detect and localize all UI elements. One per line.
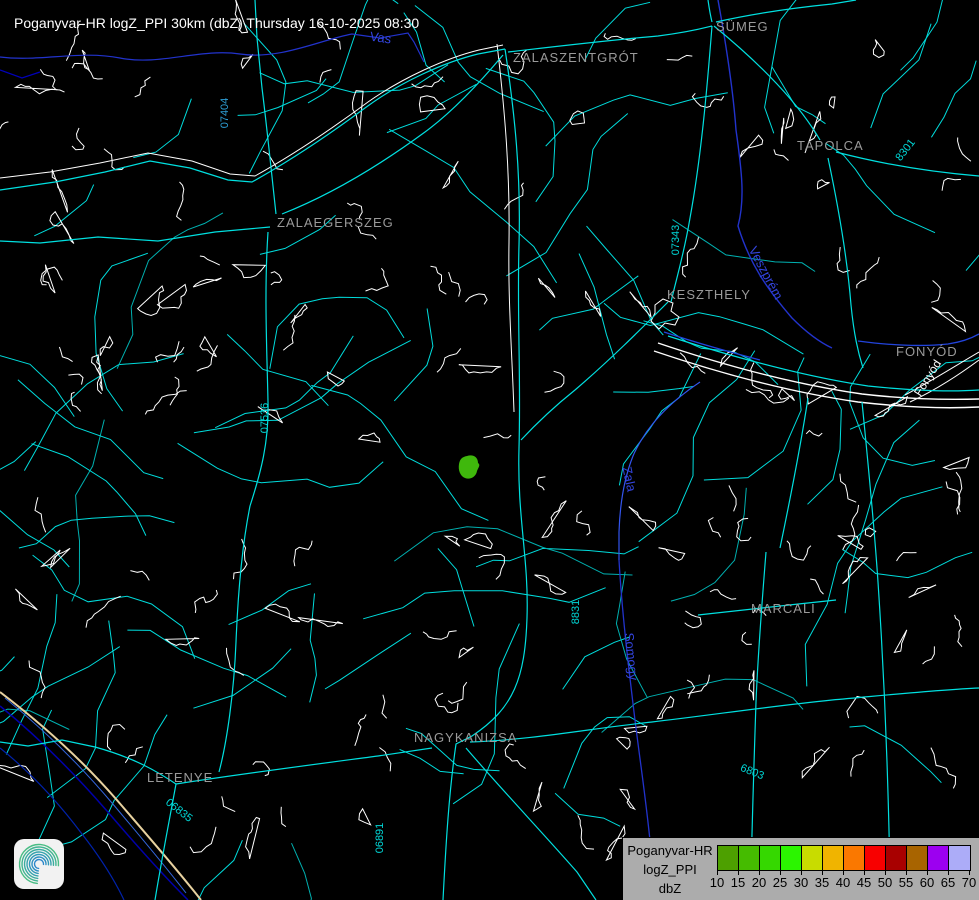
road-number-label: 07343 — [670, 225, 682, 256]
legend-panel: Poganyvar-HR logZ_PPI dbZ 10152025303540… — [622, 837, 979, 900]
colorbar-cell — [907, 846, 928, 870]
road-number-label: 8831 — [570, 600, 582, 624]
met-spiral-icon — [14, 839, 64, 889]
colorbar-cell — [949, 846, 970, 870]
colorbar — [717, 845, 971, 871]
colorbar-tick-label: 35 — [811, 875, 833, 890]
colorbar-tick-label: 25 — [769, 875, 791, 890]
colorbar-cell — [781, 846, 802, 870]
county-label: Veszprém — [746, 244, 786, 302]
colorbar-tick-label: 55 — [895, 875, 917, 890]
city-label-fonyod: FONYÓD — [896, 344, 958, 359]
colorbar-cell — [739, 846, 760, 870]
colorbar-cell — [718, 846, 739, 870]
road-labels-layer: 07404 07536 07343 8301 8831 06835 6803 0… — [163, 98, 918, 854]
city-label-tapolca: TAPOLCA — [797, 138, 864, 153]
city-label-zalaegerszeg: ZALAEGERSZEG — [277, 215, 394, 230]
road-number-label: 07404 — [219, 98, 231, 129]
radar-echo — [459, 455, 480, 478]
city-label-keszthely: KESZTHELY — [667, 287, 751, 302]
minor-roads-layer — [0, 0, 979, 900]
city-label-sumeg: SÜMEG — [716, 19, 769, 34]
colorbar-cell — [886, 846, 907, 870]
road-number-label: 8301 — [893, 137, 918, 164]
legend-radar-name: Poganyvar-HR — [623, 841, 717, 860]
colorbar-cell — [802, 846, 823, 870]
colorbar-tick-label: 50 — [874, 875, 896, 890]
colorbar-tick-label: 70 — [958, 875, 979, 890]
colorbar-cell — [760, 846, 781, 870]
colorbar-tick-label: 65 — [937, 875, 959, 890]
legend-title-block: Poganyvar-HR logZ_PPI dbZ — [623, 841, 717, 898]
colorbar-tick-label: 30 — [790, 875, 812, 890]
railway-station-label: Fonyód — [911, 357, 944, 398]
colorbar-cell — [823, 846, 844, 870]
colorbar-tick-label: 45 — [853, 875, 875, 890]
colorbar-tick-label: 60 — [916, 875, 938, 890]
county-label: Vas — [369, 29, 393, 47]
radar-viewer: 07404 07536 07343 8301 8831 06835 6803 0… — [0, 0, 979, 900]
road-number-label: 06891 — [374, 823, 386, 854]
county-label: Somogy — [622, 632, 642, 681]
county-label: Zala — [619, 465, 639, 494]
legend-product-name: logZ_PPI — [623, 860, 717, 879]
colorbar-cell — [865, 846, 886, 870]
legend-unit: dbZ — [623, 879, 717, 898]
colorbar-tick-label: 20 — [748, 875, 770, 890]
road-number-label: 07536 — [259, 403, 271, 434]
colorbar-tick-label: 40 — [832, 875, 854, 890]
colorbar-cell — [928, 846, 949, 870]
city-label-zalaszentgrot: ZALASZENTGRÓT — [513, 50, 639, 65]
colorbar-tick-label: 15 — [727, 875, 749, 890]
city-label-nagykanizsa: NAGYKANIZSA — [414, 730, 517, 745]
road-number-label: 6803 — [739, 762, 766, 782]
map-title: Poganyvar-HR logZ_PPI 30km (dbZ) Thursda… — [14, 15, 419, 31]
city-label-letenye: LETENYE — [147, 770, 213, 785]
met-logo[interactable] — [14, 839, 64, 889]
road-number-label: 06835 — [163, 796, 194, 824]
city-label-marcali: MARCALI — [751, 601, 816, 616]
colorbar-tick-label: 10 — [706, 875, 728, 890]
radar-map-canvas: 07404 07536 07343 8301 8831 06835 6803 0… — [0, 0, 979, 900]
colorbar-cell — [844, 846, 865, 870]
